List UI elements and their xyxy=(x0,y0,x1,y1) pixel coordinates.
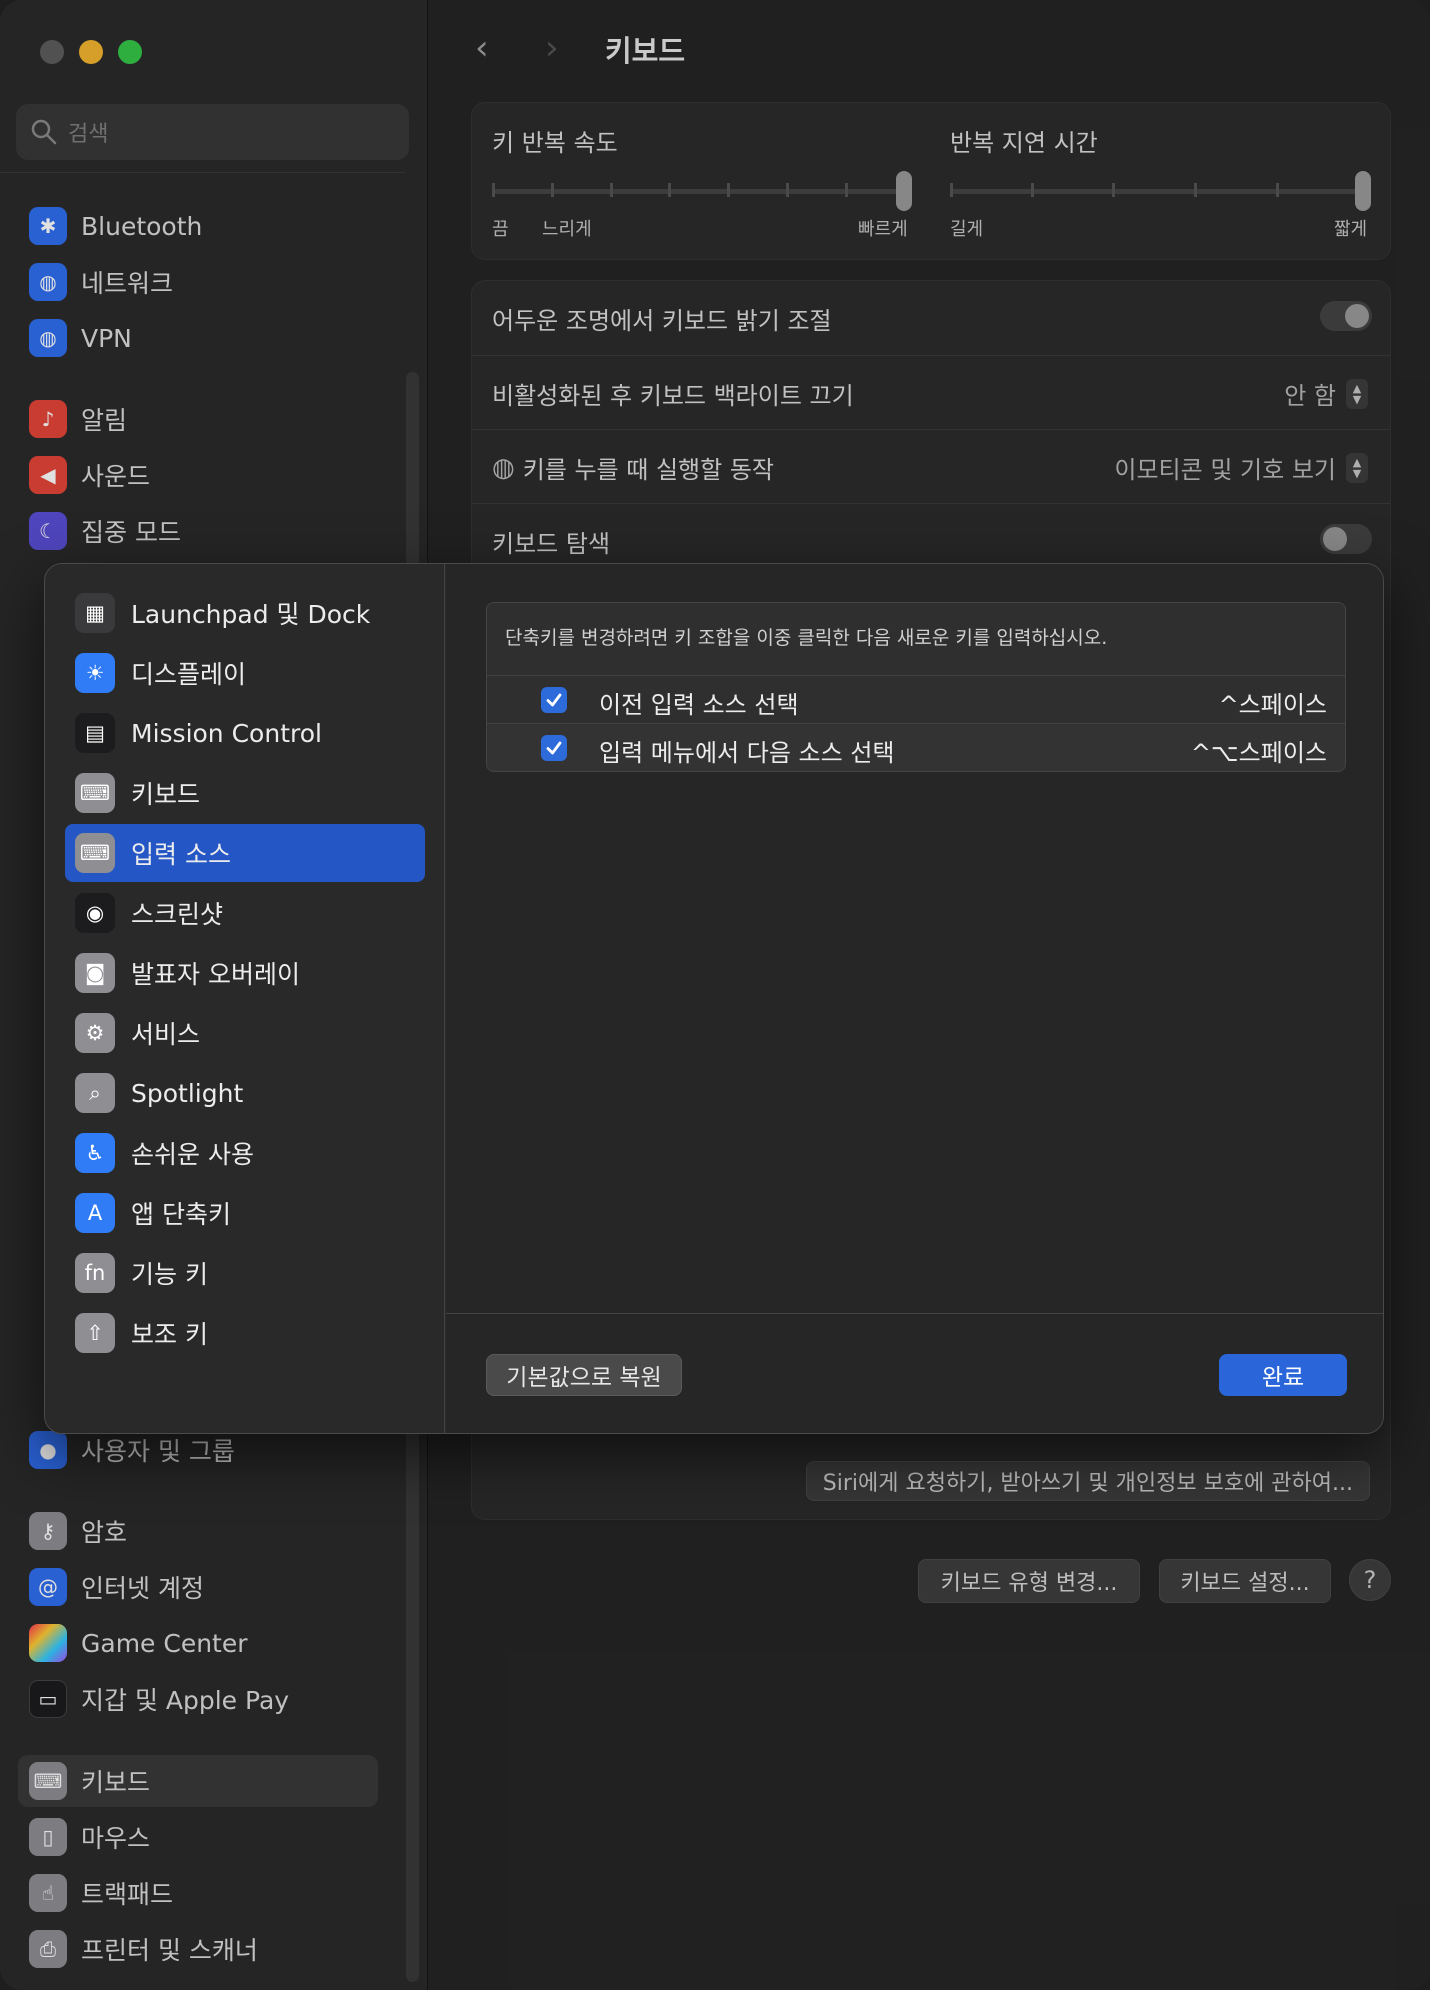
category-label: Spotlight xyxy=(131,1078,244,1108)
category-label: 발표자 오버레이 xyxy=(131,960,300,989)
category-item[interactable]: ⌨ 입력 소스 xyxy=(65,824,425,882)
restore-defaults-button[interactable]: 기본값으로 복원 xyxy=(486,1354,682,1396)
shortcut-label: 이전 입력 소스 선택 xyxy=(599,691,799,719)
shortcut-category-list: ▦ Launchpad 및 Dock ☀ 디스플레이 ▤ Mission Control ⌨… xyxy=(45,564,445,1433)
category-item[interactable]: A 앱 단축키 xyxy=(65,1184,425,1242)
category-item[interactable]: ♿ 손쉬운 사용 xyxy=(65,1124,425,1182)
category-label: 스크린샷 xyxy=(131,900,224,929)
shortcut-row[interactable]: 입력 메뉴에서 다음 소스 선택 ^⌥스페이스 xyxy=(487,723,1345,771)
category-item[interactable]: ⌨ 키보드 xyxy=(65,764,425,822)
shortcut-keys[interactable]: ^스페이스 xyxy=(1219,685,1327,720)
category-item[interactable]: ⇧ 보조 키 xyxy=(65,1304,425,1362)
category-label: 손쉬운 사용 xyxy=(131,1140,254,1169)
category-item[interactable]: fn 기능 키 xyxy=(65,1244,425,1302)
shortcut-checkbox[interactable] xyxy=(541,687,567,713)
shortcut-keys[interactable]: ^⌥스페이스 xyxy=(1191,733,1327,768)
accessibility-icon: ♿ xyxy=(75,1133,115,1173)
category-item[interactable]: ⚙ 서비스 xyxy=(65,1004,425,1062)
category-label: 키보드 xyxy=(131,780,201,809)
category-label: 서비스 xyxy=(131,1020,201,1049)
category-label: 입력 소스 xyxy=(131,840,231,869)
checkmark-icon xyxy=(546,741,562,755)
category-item[interactable]: ▤ Mission Control xyxy=(65,704,425,762)
category-label: 앱 단축키 xyxy=(131,1200,231,1229)
shortcut-row[interactable]: 이전 입력 소스 선택 ^스페이스 xyxy=(487,675,1345,723)
fn-key-icon: fn xyxy=(75,1253,115,1293)
display-brightness-icon: ☀ xyxy=(75,653,115,693)
presenter-overlay-icon: ◙ xyxy=(75,953,115,993)
checkmark-icon xyxy=(546,693,562,707)
category-item[interactable]: ⌕ Spotlight xyxy=(65,1064,425,1122)
shortcut-table: 단축키를 변경하려면 키 조합을 이중 클릭한 다음 새로운 키를 입력하십시오… xyxy=(486,602,1346,772)
category-label: 기능 키 xyxy=(131,1260,208,1289)
done-button[interactable]: 완료 xyxy=(1219,1354,1347,1396)
category-label: 보조 키 xyxy=(131,1320,208,1349)
mission-control-icon: ▤ xyxy=(75,713,115,753)
category-item[interactable]: ◉ 스크린샷 xyxy=(65,884,425,942)
launchpad-icon: ▦ xyxy=(75,593,115,633)
dialog-footer: 기본값으로 복원 완료 xyxy=(446,1313,1383,1433)
category-item[interactable]: ▦ Launchpad 및 Dock xyxy=(65,584,425,642)
shortcut-detail-pane: 단축키를 변경하려면 키 조합을 이중 클릭한 다음 새로운 키를 입력하십시오… xyxy=(446,564,1383,1433)
category-item[interactable]: ☀ 디스플레이 xyxy=(65,644,425,702)
settings-window: 검색 ✱ Bluetooth ◍ 네트워크 ◍ VPN ♪ 알림 ◀ 사운드 ☾ 집중 모드… xyxy=(0,0,1430,1990)
input-sources-icon: ⌨ xyxy=(75,833,115,873)
category-item[interactable]: ◙ 발표자 오버레이 xyxy=(65,944,425,1002)
category-label: 디스플레이 xyxy=(131,660,247,689)
shortcut-hint: 단축키를 변경하려면 키 조합을 이중 클릭한 다음 새로운 키를 입력하십시오… xyxy=(505,627,1108,649)
keyboard-icon: ⌨ xyxy=(75,773,115,813)
shortcut-checkbox[interactable] xyxy=(541,735,567,761)
spotlight-icon: ⌕ xyxy=(75,1073,115,1113)
app-store-icon: A xyxy=(75,1193,115,1233)
shortcut-label: 입력 메뉴에서 다음 소스 선택 xyxy=(599,739,895,767)
category-label: Mission Control xyxy=(131,718,322,748)
shortcuts-dialog: ▦ Launchpad 및 Dock ☀ 디스플레이 ▤ Mission Control ⌨… xyxy=(44,563,1384,1434)
category-label: Launchpad 및 Dock xyxy=(131,600,371,629)
gears-icon: ⚙ xyxy=(75,1013,115,1053)
modifier-key-icon: ⇧ xyxy=(75,1313,115,1353)
screenshot-icon: ◉ xyxy=(75,893,115,933)
